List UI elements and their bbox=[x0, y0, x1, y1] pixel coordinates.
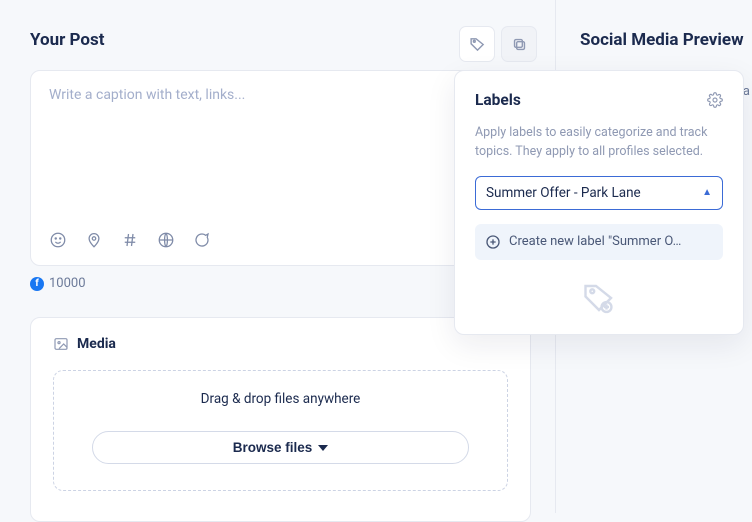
create-label-text: Create new label "Summer O… bbox=[509, 234, 681, 249]
caption-placeholder: Write a caption with text, links... bbox=[49, 87, 512, 103]
gear-icon[interactable] bbox=[707, 92, 723, 108]
media-heading: Media bbox=[77, 336, 116, 352]
plus-circle-icon bbox=[485, 234, 501, 250]
location-icon[interactable] bbox=[85, 231, 103, 249]
labels-title: Labels bbox=[475, 91, 521, 109]
dropzone[interactable]: Drag & drop files anywhere Browse files bbox=[53, 370, 508, 491]
copy-icon bbox=[511, 36, 528, 53]
chevron-down-icon bbox=[318, 443, 328, 453]
preview-heading: Social Media Preview bbox=[580, 30, 752, 50]
char-count-value: 10000 bbox=[49, 276, 86, 291]
create-label-row[interactable]: Create new label "Summer O… bbox=[475, 224, 723, 260]
browse-files-label: Browse files bbox=[233, 440, 313, 455]
tag-button[interactable] bbox=[459, 26, 495, 62]
hashtag-icon[interactable] bbox=[121, 231, 139, 249]
labels-description: Apply labels to easily categorize and tr… bbox=[475, 123, 723, 162]
comment-icon[interactable] bbox=[193, 231, 211, 249]
drop-text: Drag & drop files anywhere bbox=[54, 391, 507, 407]
image-icon bbox=[53, 336, 69, 352]
emoji-icon[interactable] bbox=[49, 231, 67, 249]
labels-popover: Labels Apply labels to easily categorize… bbox=[454, 70, 744, 335]
globe-icon[interactable] bbox=[157, 231, 175, 249]
character-count: f 10000 bbox=[30, 276, 86, 291]
media-card: Media Drag & drop files anywhere Browse … bbox=[30, 317, 531, 522]
tag-icon bbox=[469, 36, 486, 53]
tag-add-icon bbox=[581, 280, 617, 316]
browse-files-button[interactable]: Browse files bbox=[92, 431, 470, 464]
facebook-icon: f bbox=[30, 277, 44, 291]
label-select[interactable]: Summer Offer - Park Lane ▲ bbox=[475, 176, 723, 210]
post-heading: Your Post bbox=[30, 30, 531, 50]
caret-up-icon: ▲ bbox=[702, 187, 712, 198]
label-select-value: Summer Offer - Park Lane bbox=[486, 185, 641, 201]
copy-button[interactable] bbox=[501, 26, 537, 62]
